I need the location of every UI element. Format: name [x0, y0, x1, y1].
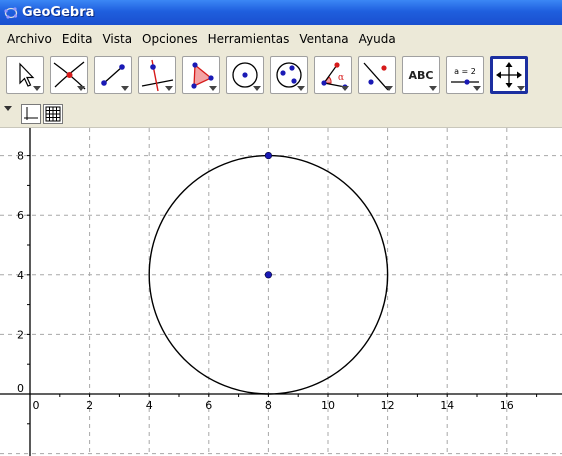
toolbar: α ABC a = 2	[0, 52, 562, 100]
show-axes-icon	[24, 107, 38, 120]
tool-menu-arrow-icon	[473, 86, 481, 91]
move-tool-button[interactable]	[6, 56, 44, 94]
perpendicular-line-tool-button[interactable]	[138, 56, 176, 94]
move-graphics-view-tool-button[interactable]	[490, 56, 528, 94]
tool-menu-arrow-icon	[385, 86, 393, 91]
title-bar: GeoGebra	[0, 0, 562, 25]
menu-bar: Archivo Edita Vista Opciones Herramienta…	[0, 25, 562, 52]
x-tick-label: 2	[86, 399, 93, 412]
center-point	[264, 271, 273, 279]
menu-herramientas[interactable]: Herramientas	[203, 32, 295, 46]
tool-menu-arrow-icon	[253, 86, 261, 91]
tool-menu-arrow-icon	[297, 86, 305, 91]
x-tick-label: 14	[440, 399, 454, 412]
graphics-view[interactable]: 0 2 4 6 8 10 12 14 16 0 2 4 6 8	[0, 128, 562, 456]
circle-point	[264, 152, 273, 160]
x-tick-label: 10	[321, 399, 335, 412]
style-bar	[0, 100, 562, 128]
svg-text:α: α	[338, 73, 344, 83]
menu-ventana[interactable]: Ventana	[294, 32, 353, 46]
y-tick-label: 2	[17, 328, 24, 341]
tool-menu-arrow-icon	[165, 86, 173, 91]
circle-center-point-tool-button[interactable]	[226, 56, 264, 94]
y-tick-label: 4	[17, 269, 24, 282]
tool-menu-arrow-icon	[121, 86, 129, 91]
x-tick-label: 8	[265, 399, 272, 412]
graphics-canvas[interactable]: 0 2 4 6 8 10 12 14 16 0 2 4 6 8	[0, 128, 562, 456]
x-tick-label: 6	[205, 399, 212, 412]
circle-three-points-tool-button[interactable]	[270, 56, 308, 94]
slider-tool-button[interactable]: a = 2	[446, 56, 484, 94]
window-title: GeoGebra	[22, 5, 95, 20]
style-bar-toggle-icon[interactable]	[4, 106, 12, 111]
reflect-tool-button[interactable]	[358, 56, 396, 94]
slider-tool-label: a = 2	[454, 67, 476, 76]
menu-vista[interactable]: Vista	[97, 32, 137, 46]
x-tick-label: 0	[33, 399, 40, 412]
x-tick-label: 12	[381, 399, 395, 412]
geogebra-logo-icon	[4, 6, 18, 19]
intersect-point-tool-button[interactable]	[50, 56, 88, 94]
angle-tool-button[interactable]: α	[314, 56, 352, 94]
y-tick-label: 6	[17, 209, 24, 222]
tool-menu-arrow-icon	[33, 86, 41, 91]
y-tick-label: 8	[17, 150, 24, 163]
segment-tool-button[interactable]	[94, 56, 132, 94]
tool-menu-arrow-icon	[429, 86, 437, 91]
menu-ayuda[interactable]: Ayuda	[354, 32, 401, 46]
show-axes-button[interactable]	[21, 104, 41, 124]
x-tick-label: 4	[146, 399, 153, 412]
show-grid-button[interactable]	[43, 104, 63, 124]
menu-archivo[interactable]: Archivo	[2, 32, 57, 46]
menu-opciones[interactable]: Opciones	[137, 32, 203, 46]
tool-menu-arrow-icon	[517, 86, 525, 91]
tool-menu-arrow-icon	[77, 86, 85, 91]
x-tick-label: 16	[500, 399, 514, 412]
y-tick-label: 0	[17, 382, 24, 395]
text-tool-button[interactable]: ABC	[402, 56, 440, 94]
menu-edita[interactable]: Edita	[57, 32, 98, 46]
text-tool-label: ABC	[409, 69, 434, 82]
tool-menu-arrow-icon	[341, 86, 349, 91]
polygon-tool-button[interactable]	[182, 56, 220, 94]
tool-menu-arrow-icon	[209, 86, 217, 91]
show-grid-icon	[45, 106, 61, 122]
